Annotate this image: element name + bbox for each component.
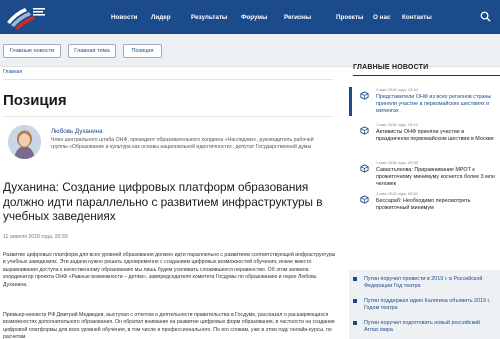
cube-icon (360, 126, 369, 135)
nav-results[interactable]: Результаты (191, 0, 227, 34)
cube-icon (360, 195, 369, 204)
cube-icon (360, 164, 369, 173)
cube-icon (360, 91, 369, 100)
tab-position[interactable]: Позиция (123, 44, 162, 58)
related-link-text[interactable]: Путин поручил провести в 2019 г. в Росси… (364, 276, 494, 290)
nav-projects[interactable]: Проекты (336, 0, 363, 34)
bullet-icon (353, 277, 357, 281)
nav-leader[interactable]: Лидер (151, 0, 171, 34)
news-title[interactable]: Бессараб: Необходимо пересмотреть прожит… (376, 198, 498, 212)
news-item[interactable]: 1 мая 2018 года, 19:10 Активисты ОНФ при… (0, 122, 500, 156)
nav-about[interactable]: О нас (373, 0, 390, 34)
top-header: Новости Лидер Результаты Форумы Регионы … (0, 0, 500, 34)
news-date: 1 мая 2018 года, 09:53 (376, 160, 418, 165)
bullet-icon (353, 299, 357, 303)
onf-logo-icon[interactable] (3, 2, 47, 32)
news-item[interactable]: 2 мая 2018 года, 19:34 Представители ОНФ… (0, 87, 500, 116)
sidebar-heading: ГЛАВНЫЕ НОВОСТИ (353, 64, 429, 71)
news-date: 1 мая 2018 года, 19:10 (376, 122, 418, 127)
breadcrumb[interactable]: Главная (3, 69, 22, 75)
article-paragraph: Развитие цифровых платформ для всех уров… (3, 252, 336, 288)
tab-main-news[interactable]: Главные новости (3, 44, 61, 58)
news-date: 1 мая 2018 года, 09:52 (376, 191, 418, 196)
bullet-icon (353, 321, 357, 325)
news-title[interactable]: Савастьянова: Приравнивание МРОТ к прожи… (376, 167, 498, 189)
section-tabs: Главные новости Главная тема Позиция (0, 34, 500, 67)
tab-main-topic[interactable]: Главная тема (68, 44, 116, 58)
news-item[interactable]: 1 мая 2018 года, 09:53 Савастьянова: При… (0, 160, 500, 194)
nav-regions[interactable]: Регионы (284, 0, 311, 34)
news-item[interactable]: 1 мая 2018 года, 09:52 Бессараб: Необход… (0, 191, 500, 217)
related-link-text[interactable]: Путин поддержал идею Калягина объявить 2… (364, 298, 494, 312)
nav-news[interactable]: Новости (111, 0, 137, 34)
divider (353, 75, 500, 76)
nav-forums[interactable]: Форумы (241, 0, 267, 34)
article-paragraph: Премьер-министр РФ Дмитрий Медведев, выс… (3, 312, 335, 339)
related-link-text[interactable]: Путин поручил подготовить новый российск… (364, 320, 494, 334)
news-title[interactable]: Активисты ОНФ приняли участие в празднич… (376, 129, 498, 143)
article-date: 11 апреля 2018 года, 20:39 (3, 234, 68, 240)
highlight-bar (349, 87, 352, 116)
divider (3, 116, 333, 117)
nav-contacts[interactable]: Контакты (402, 0, 432, 34)
news-title[interactable]: Представители ОНФ из всех регионов стран… (376, 94, 498, 116)
search-icon[interactable] (480, 11, 491, 22)
news-date: 2 мая 2018 года, 19:34 (376, 87, 418, 92)
divider (3, 79, 333, 80)
